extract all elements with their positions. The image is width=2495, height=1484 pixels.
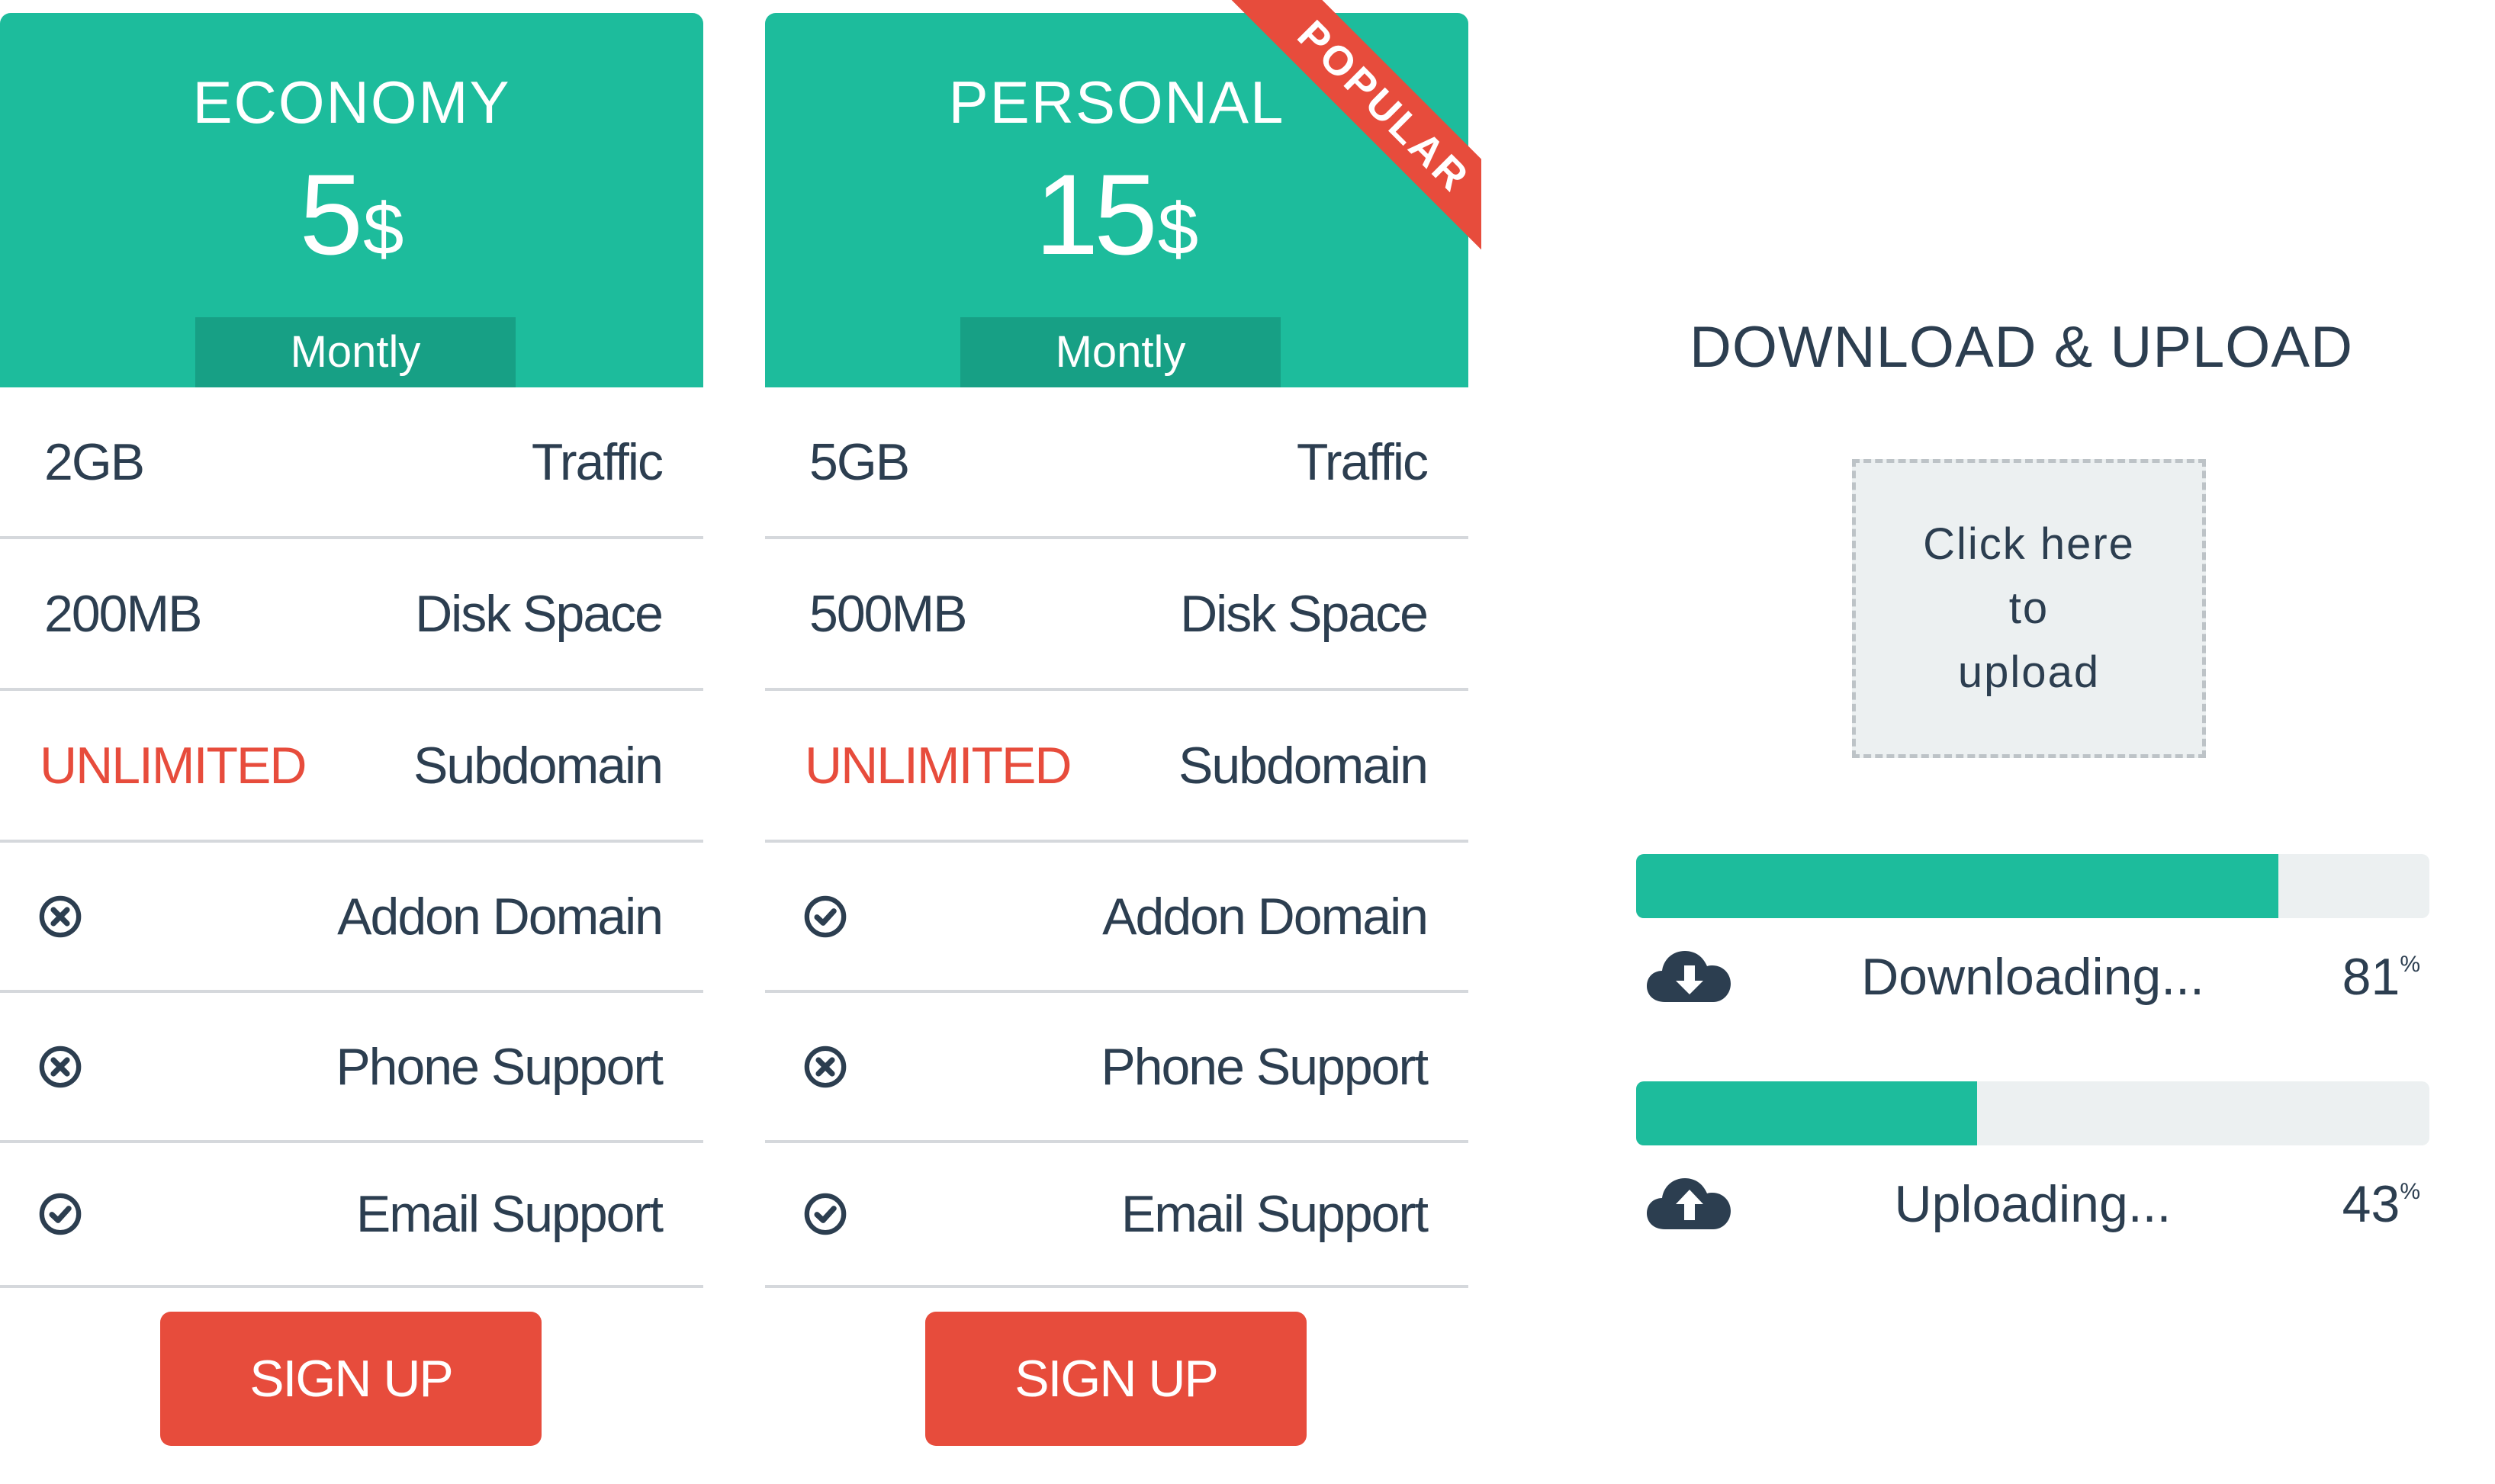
- feature-list: 2GB Traffic 200MB Disk Space UNLIMITED S…: [0, 387, 703, 1288]
- feature-row-traffic: 5GB Traffic: [765, 387, 1468, 539]
- upload-progress-fill: [1636, 1081, 1978, 1145]
- page: ECONOMY 5$ Montly 2GB Traffic 200MB Disk…: [0, 0, 2495, 1484]
- feature-label: Disk Space: [1180, 584, 1429, 643]
- percent-unit: %: [2400, 1179, 2420, 1204]
- feature-label: Addon Domain: [337, 887, 664, 946]
- plan-price: 5$: [0, 149, 703, 281]
- upload-label: Uploading...: [1894, 1175, 2172, 1233]
- feature-value: 5GB: [809, 432, 910, 491]
- feature-row-email-support: Email Support: [0, 1143, 703, 1288]
- plan-name: ECONOMY: [192, 69, 511, 136]
- upload-percent: 43%: [2342, 1174, 2420, 1234]
- dropzone-line: upload: [1957, 647, 2101, 697]
- feature-label: Phone Support: [1101, 1037, 1429, 1096]
- plan-header: ECONOMY 5$ Montly: [0, 13, 703, 387]
- upload-percent-value: 43: [2342, 1175, 2400, 1233]
- feature-value: 2GB: [44, 432, 145, 491]
- plan-card-economy: ECONOMY 5$ Montly 2GB Traffic 200MB Disk…: [0, 0, 703, 1446]
- feature-label: Subdomain: [1178, 736, 1429, 795]
- feature-list: 5GB Traffic 500MB Disk Space UNLIMITED S…: [765, 387, 1468, 1288]
- popular-ribbon: POPULAR: [1231, 0, 1481, 259]
- check-circle-icon: [804, 1193, 847, 1235]
- plan-header: PERSONAL 15$ Montly POPULAR: [765, 0, 1481, 387]
- upload-progress-bar: [1636, 1081, 2429, 1145]
- feature-row-traffic: 2GB Traffic: [0, 387, 703, 539]
- plan-card-personal: PERSONAL 15$ Montly POPULAR 5GB Traffic …: [765, 0, 1481, 1446]
- download-percent: 81%: [2342, 947, 2420, 1007]
- price-amount: 15: [1034, 150, 1158, 278]
- check-circle-icon: [804, 895, 847, 937]
- feature-value: UNLIMITED: [40, 736, 307, 795]
- feature-label: Addon Domain: [1102, 887, 1429, 946]
- feature-row-disk-space: 500MB Disk Space: [765, 539, 1468, 691]
- price-currency: $: [1157, 188, 1199, 270]
- feature-label: Disk Space: [415, 584, 664, 643]
- feature-row-phone-support: Phone Support: [0, 993, 703, 1143]
- check-circle-icon: [39, 1193, 82, 1235]
- feature-row-email-support: Email Support: [765, 1143, 1468, 1288]
- x-circle-icon: [39, 1046, 82, 1087]
- popular-ribbon-wrapper: POPULAR: [1207, 0, 1481, 275]
- dropzone-text: Click here to upload: [1923, 512, 2135, 705]
- download-status: Downloading... 81%: [1636, 935, 2429, 1019]
- feature-value: UNLIMITED: [805, 736, 1072, 795]
- feature-value: 200MB: [44, 584, 202, 643]
- billing-period: Montly: [195, 317, 516, 387]
- billing-period: Montly: [960, 317, 1281, 387]
- feature-row-addon-domain: Addon Domain: [0, 843, 703, 993]
- download-label: Downloading...: [1861, 948, 2204, 1006]
- feature-label: Subdomain: [413, 736, 664, 795]
- upload-dropzone[interactable]: Click here to upload: [1852, 459, 2206, 758]
- dropzone-line: Click here: [1923, 519, 2135, 569]
- feature-label: Traffic: [531, 432, 664, 491]
- dropzone-line: to: [2008, 583, 2050, 633]
- percent-unit: %: [2400, 952, 2420, 977]
- feature-row-subdomain: UNLIMITED Subdomain: [0, 691, 703, 843]
- feature-row-addon-domain: Addon Domain: [765, 843, 1468, 993]
- feature-row-subdomain: UNLIMITED Subdomain: [765, 691, 1468, 843]
- feature-label: Email Support: [1120, 1185, 1429, 1243]
- upload-status: Uploading... 43%: [1636, 1162, 2429, 1246]
- sign-up-button[interactable]: SIGN UP: [160, 1312, 542, 1446]
- feature-label: Email Support: [355, 1185, 664, 1243]
- feature-label: Traffic: [1296, 432, 1429, 491]
- feature-label: Phone Support: [336, 1037, 664, 1096]
- feature-row-phone-support: Phone Support: [765, 993, 1468, 1143]
- download-progress-fill: [1636, 854, 2279, 918]
- x-circle-icon: [804, 1046, 847, 1087]
- download-percent-value: 81: [2342, 948, 2400, 1006]
- x-circle-icon: [39, 895, 82, 937]
- feature-row-disk-space: 200MB Disk Space: [0, 539, 703, 691]
- transfer-title: DOWNLOAD & UPLOAD: [1689, 315, 2354, 380]
- price-amount: 5: [299, 150, 363, 278]
- feature-value: 500MB: [809, 584, 967, 643]
- price-currency: $: [363, 188, 404, 270]
- download-progress-bar: [1636, 854, 2429, 918]
- sign-up-button[interactable]: SIGN UP: [925, 1312, 1307, 1446]
